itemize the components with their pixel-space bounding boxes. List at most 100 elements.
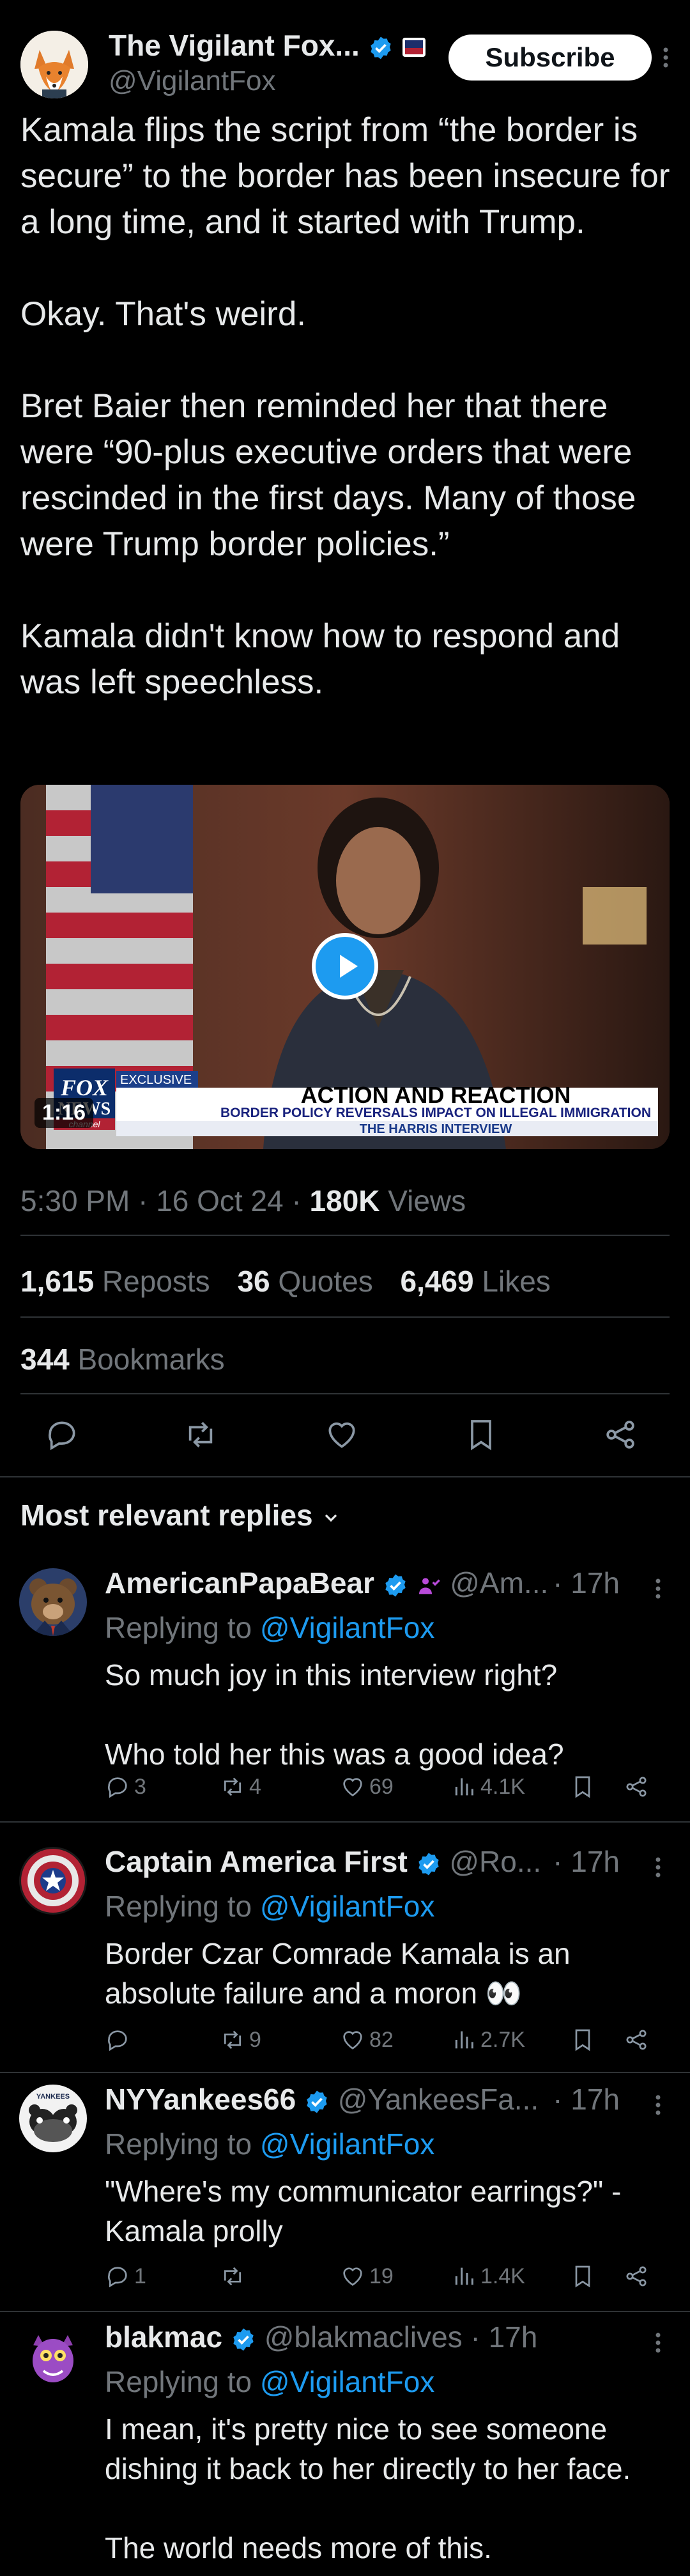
like-button[interactable]: 69 xyxy=(340,1768,394,1806)
avatar[interactable] xyxy=(19,1568,87,1636)
reply-button[interactable]: 3 xyxy=(105,1768,146,1806)
share-button[interactable] xyxy=(592,1406,649,1463)
reply-icon xyxy=(49,1421,75,1451)
replies-sort-label: Most relevant replies xyxy=(20,1499,313,1532)
repost-button[interactable]: 9 xyxy=(220,2021,261,2059)
share-button[interactable] xyxy=(624,2021,653,2059)
verified-badge-icon xyxy=(233,2328,254,2351)
share-icon xyxy=(626,2266,647,2287)
yankees-avatar: YANKEES xyxy=(19,2085,87,2152)
svg-text:YANKEES: YANKEES xyxy=(36,2093,70,2101)
reply-count: 3 xyxy=(134,1774,146,1799)
views-button[interactable]: 4.1K xyxy=(451,1768,525,1806)
reply-item[interactable]: blakmac @blakmaclives · 17h Replying to … xyxy=(0,2313,690,2576)
divider xyxy=(0,2072,690,2073)
repost-button[interactable] xyxy=(172,1406,229,1463)
quotes-stat[interactable]: 36 Quotes xyxy=(237,1265,372,1298)
captain-shield-avatar xyxy=(19,1847,87,1915)
replying-to-link[interactable]: @VigilantFox xyxy=(260,1611,434,1644)
reply-button[interactable]: 1 xyxy=(105,2257,146,2295)
verified-badge-icon xyxy=(418,1853,439,1876)
logo-top: FOX xyxy=(60,1075,109,1100)
views-button[interactable]: 1.4K xyxy=(451,2257,525,2295)
divider xyxy=(20,1235,670,1236)
play-icon xyxy=(340,955,358,978)
author-handle[interactable]: @VigilantFox xyxy=(109,65,276,97)
replying-to-link[interactable]: @VigilantFox xyxy=(260,1890,434,1923)
replying-to-prefix: Replying to xyxy=(105,1611,260,1644)
author-avatar[interactable] xyxy=(20,31,88,98)
bookmark-button[interactable] xyxy=(452,1406,510,1463)
avatar[interactable] xyxy=(19,1847,87,1915)
share-icon xyxy=(626,1777,647,1797)
reply-author-handle[interactable]: @Ro... xyxy=(449,1845,541,1878)
replies-sort-selector[interactable]: Most relevant replies xyxy=(20,1498,341,1532)
share-button[interactable] xyxy=(624,2257,653,2295)
reply-text: I mean, it's pretty nice to see someone … xyxy=(105,2412,631,2564)
avatar[interactable]: YANKEES xyxy=(19,2085,87,2152)
bookmark-button[interactable] xyxy=(570,1768,599,1806)
reply-time: · 17h xyxy=(553,2083,620,2116)
views-button[interactable]: 2.7K xyxy=(451,2021,525,2059)
like-button[interactable]: 82 xyxy=(340,2021,394,2059)
chyron-subtitle: BORDER POLICY REVERSALS IMPACT ON ILLEGA… xyxy=(220,1106,651,1120)
play-button[interactable] xyxy=(312,933,378,999)
reply-item[interactable]: YANKEES NYYankees66 @YankeesFa... · 17h … xyxy=(0,2076,690,2313)
more-icon[interactable] xyxy=(659,45,672,70)
reply-item[interactable]: AmericanPapaBear @Am... · 17h Replying t… xyxy=(0,1559,690,1828)
subscribe-button[interactable]: Subscribe xyxy=(448,35,652,81)
views-count: 2.7K xyxy=(480,2027,525,2052)
author-name-row[interactable]: The Vigilant Fox... xyxy=(109,28,427,63)
news-chyron: EXCLUSIVE ACTION AND REACTION BORDER POL… xyxy=(116,1071,658,1136)
repost-icon xyxy=(224,2267,241,2286)
reply-time: · 17h xyxy=(553,1845,620,1878)
views-icon xyxy=(455,1778,473,1796)
post-actions xyxy=(20,1406,670,1463)
author-name[interactable]: The Vigilant Fox... xyxy=(109,29,360,62)
more-icon[interactable] xyxy=(652,2330,664,2356)
reply-author-handle[interactable]: @YankeesFa... xyxy=(338,2083,539,2116)
engagement-stats: 1,615 Reposts 36 Quotes 6,469 Likes xyxy=(20,1264,570,1299)
reply-count: 1 xyxy=(134,2264,146,2288)
reply-header: NYYankees66 @YankeesFa... xyxy=(105,2082,539,2117)
reply-header: blakmac @blakmaclives · 17h xyxy=(105,2320,537,2354)
post-header: The Vigilant Fox... @VigilantFox Subscri… xyxy=(20,26,670,109)
like-icon xyxy=(328,1422,355,1448)
bear-avatar xyxy=(19,1568,87,1636)
more-icon[interactable] xyxy=(652,2092,664,2118)
post-meta: 5:30 PM · 16 Oct 24 · 180K Views xyxy=(20,1184,466,1218)
reply-button[interactable] xyxy=(105,2021,134,2059)
reply-button[interactable] xyxy=(33,1406,91,1463)
reply-author-name[interactable]: NYYankees66 xyxy=(105,2083,296,2116)
like-count: 19 xyxy=(369,2264,394,2288)
reply-text: Border Czar Comrade Kamala is an absolut… xyxy=(105,1937,579,2010)
bookmarks-stat[interactable]: 344 Bookmarks xyxy=(20,1342,225,1377)
more-icon[interactable] xyxy=(652,1855,664,1880)
reply-item[interactable]: Captain America First @Ro... · 17h Reply… xyxy=(0,1838,690,2076)
reply-author-handle[interactable]: @blakmaclives xyxy=(264,2320,463,2354)
reply-actions: 9 82 2.7K xyxy=(105,2021,667,2059)
divider xyxy=(0,1476,690,1477)
reply-author-name[interactable]: blakmac xyxy=(105,2320,222,2354)
like-button[interactable] xyxy=(313,1406,371,1463)
reply-author-name[interactable]: AmericanPapaBear xyxy=(105,1566,374,1600)
more-icon[interactable] xyxy=(652,1576,664,1601)
bookmark-button[interactable] xyxy=(570,2257,599,2295)
repost-button[interactable]: 4 xyxy=(220,1768,261,1806)
like-button[interactable]: 19 xyxy=(340,2257,394,2295)
reply-author-name[interactable]: Captain America First xyxy=(105,1845,408,1878)
avatar[interactable] xyxy=(19,2322,87,2390)
reposts-stat[interactable]: 1,615 Reposts xyxy=(20,1265,210,1298)
chyron-title: ACTION AND REACTION xyxy=(301,1082,571,1108)
video-player[interactable]: EXCLUSIVE ACTION AND REACTION BORDER POL… xyxy=(20,785,670,1149)
bookmark-button[interactable] xyxy=(570,2021,599,2059)
chyron-tag: EXCLUSIVE xyxy=(120,1073,192,1087)
likes-label: Likes xyxy=(473,1265,551,1298)
reply-author-handle[interactable]: @Am... xyxy=(450,1566,548,1600)
share-button[interactable] xyxy=(624,1768,653,1806)
likes-stat[interactable]: 6,469 Likes xyxy=(400,1265,550,1298)
repost-button[interactable] xyxy=(220,2257,249,2295)
video-duration: 1:16 xyxy=(34,1098,94,1128)
replying-to-link[interactable]: @VigilantFox xyxy=(260,2127,434,2161)
replying-to-link[interactable]: @VigilantFox xyxy=(260,2365,434,2398)
